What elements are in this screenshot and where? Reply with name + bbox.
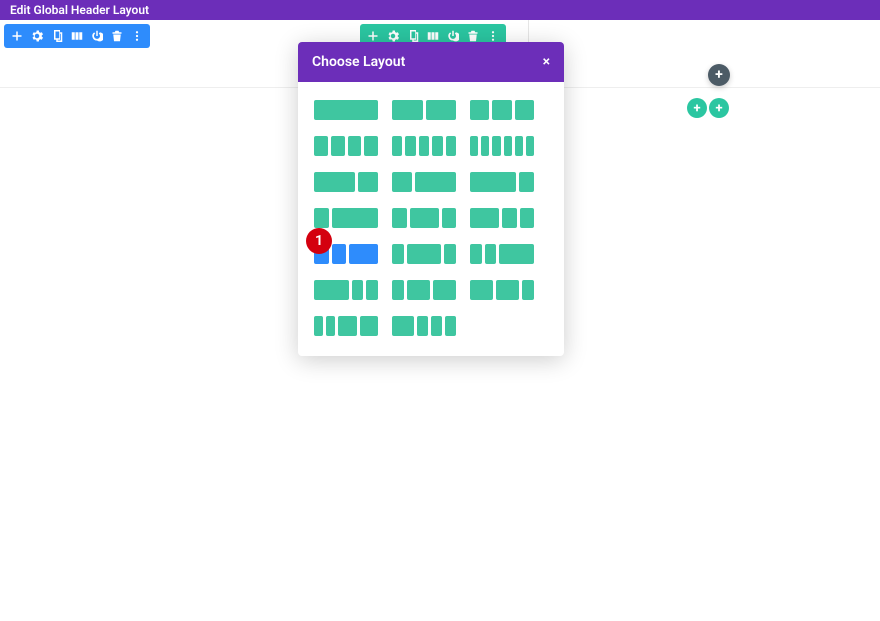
layout-option[interactable] (392, 316, 456, 336)
layout-option[interactable] (392, 172, 456, 192)
trash-icon[interactable] (110, 29, 124, 43)
power-icon[interactable] (90, 29, 104, 43)
add-row-button-2[interactable]: + (709, 98, 729, 118)
layout-option[interactable] (470, 172, 534, 192)
layout-option[interactable] (470, 208, 534, 228)
layout-option[interactable] (470, 244, 534, 264)
power-icon[interactable] (446, 29, 460, 43)
gear-icon[interactable] (386, 29, 400, 43)
top-bar: Edit Global Header Layout (0, 0, 880, 20)
callout-badge: 1 (306, 228, 332, 254)
more-icon[interactable] (486, 29, 500, 43)
layout-option[interactable] (470, 100, 534, 120)
layout-option[interactable] (314, 208, 378, 228)
layout-option[interactable] (314, 316, 378, 336)
layout-option[interactable] (392, 208, 456, 228)
plus-icon[interactable] (10, 29, 24, 43)
layout-option[interactable] (470, 136, 534, 156)
columns-icon[interactable] (426, 29, 440, 43)
add-section-button[interactable]: + (708, 64, 730, 86)
layout-option[interactable] (314, 100, 378, 120)
layout-option[interactable] (392, 244, 456, 264)
plus-icon[interactable] (366, 29, 380, 43)
trash-icon[interactable] (466, 29, 480, 43)
top-bar-title: Edit Global Header Layout (10, 3, 149, 17)
duplicate-icon[interactable] (50, 29, 64, 43)
section-toolbar-blue (4, 24, 150, 48)
columns-icon[interactable] (70, 29, 84, 43)
gear-icon[interactable] (30, 29, 44, 43)
layout-option[interactable] (314, 280, 378, 300)
layout-options-grid (298, 82, 564, 356)
layout-option[interactable] (392, 136, 456, 156)
layout-option[interactable] (392, 100, 456, 120)
close-icon[interactable]: × (543, 54, 550, 70)
layout-option[interactable] (470, 280, 534, 300)
duplicate-icon[interactable] (406, 29, 420, 43)
layout-option[interactable] (314, 136, 378, 156)
add-row-button[interactable]: + (687, 98, 707, 118)
layout-option[interactable] (392, 280, 456, 300)
choose-layout-modal: Choose Layout × (298, 42, 564, 356)
more-icon[interactable] (130, 29, 144, 43)
modal-title: Choose Layout (312, 54, 405, 70)
layout-option[interactable] (314, 172, 378, 192)
modal-header: Choose Layout × (298, 42, 564, 82)
